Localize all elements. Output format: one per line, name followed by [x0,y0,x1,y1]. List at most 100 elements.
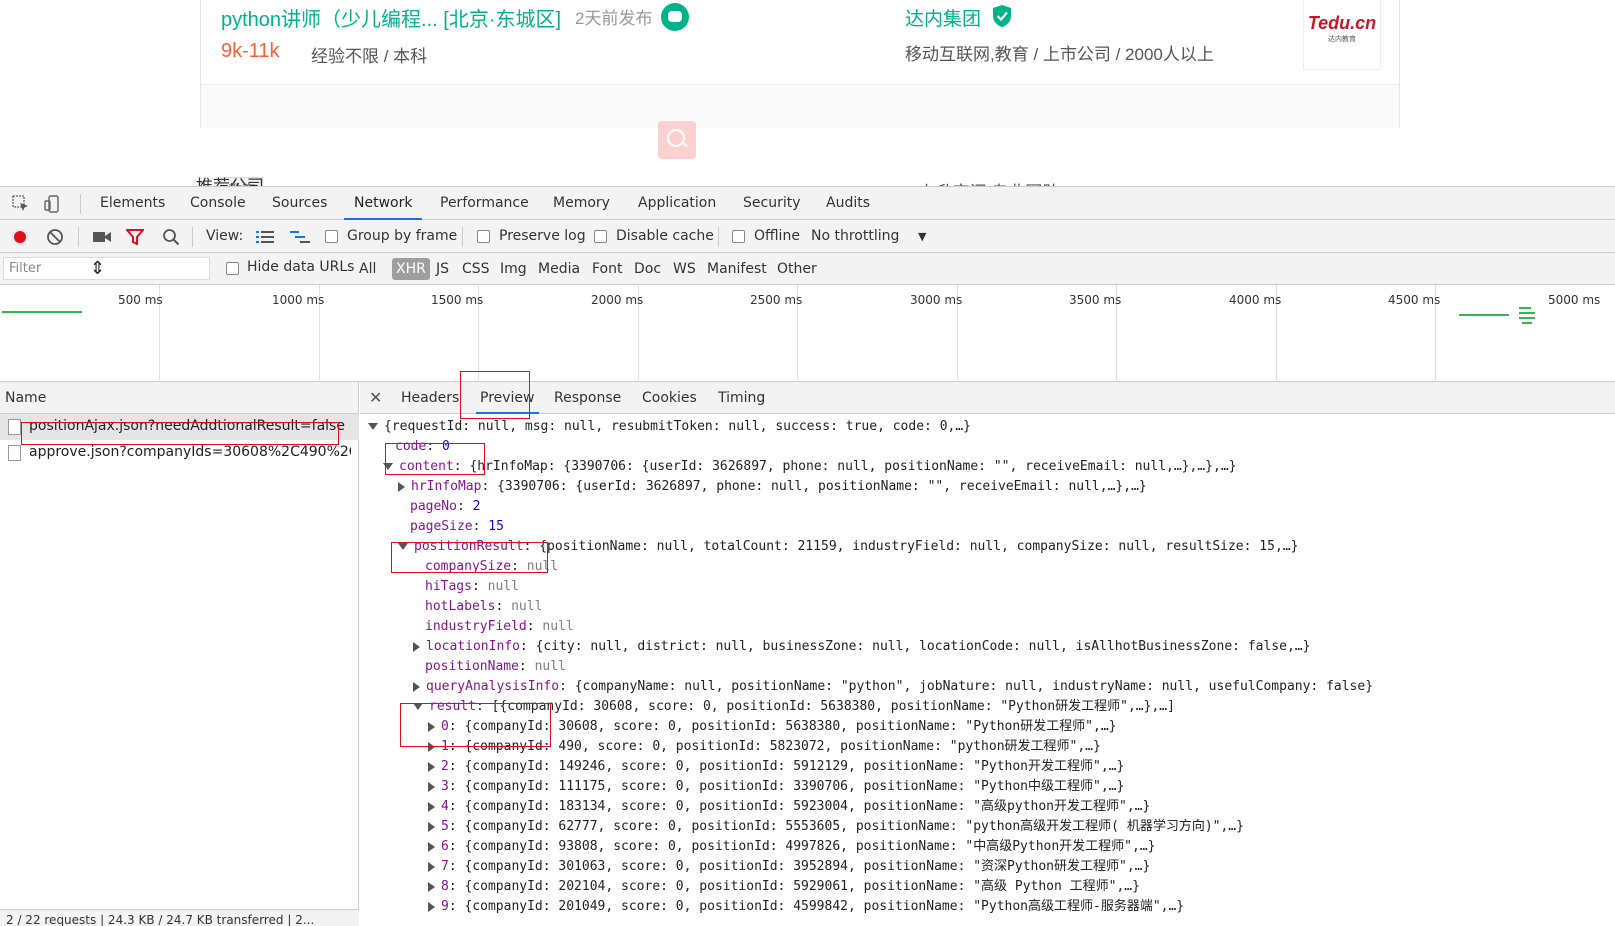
tab-security[interactable]: Security [743,187,801,220]
collapse-arrow-icon[interactable] [428,901,435,912]
group-by-frame-label: Group by frame [347,228,458,244]
tab-memory[interactable]: Memory [553,187,610,220]
group-by-frame-checkbox[interactable] [325,230,338,243]
json-result-item-line[interactable]: 2: {companyId: 149246, score: 0, positio… [428,757,1124,777]
collapse-arrow-icon[interactable] [428,721,435,732]
json-result-item-line[interactable]: 4: {companyId: 183134, score: 0, positio… [428,797,1150,817]
job-title-link[interactable]: python讲师（少儿编程... [北京·东城区] [221,3,561,32]
timeline-overview[interactable]: 500 ms 1000 ms 1500 ms 2000 ms 2500 ms 3… [0,285,1615,382]
search-float-button[interactable] [658,121,696,159]
company-name-link[interactable]: 达内集团 [905,4,981,31]
collapse-arrow-icon[interactable] [428,841,435,852]
detail-tab-headers[interactable]: Headers [401,382,459,414]
preserve-log-label: Preserve log [499,228,586,244]
large-rows-icon[interactable] [256,230,274,244]
json-result-item-line[interactable]: 8: {companyId: 202104, score: 0, positio… [428,877,1140,897]
job-publish-time: 2天前发布 [575,9,653,28]
search-icon[interactable] [162,228,180,246]
collapse-arrow-icon[interactable] [413,641,420,652]
collapse-arrow-icon[interactable] [428,881,435,892]
collapse-arrow-icon[interactable] [428,781,435,792]
collapse-arrow-icon[interactable] [428,761,435,772]
json-result-line[interactable]: result: [{companyId: 30608, score: 0, po… [413,697,1175,717]
tab-application[interactable]: Application [638,187,716,220]
disable-cache-checkbox[interactable] [594,230,607,243]
json-result-item-line[interactable]: 7: {companyId: 301063, score: 0, positio… [428,857,1150,877]
collapse-arrow-icon[interactable] [428,801,435,812]
throttling-dropdown-icon[interactable]: ▼ [918,220,926,253]
json-preview-tree: {requestId: null, msg: null, resubmitTok… [360,414,1615,926]
json-result-item-line[interactable]: 3: {companyId: 111175, score: 0, positio… [428,777,1124,797]
json-result-item-line[interactable]: 6: {companyId: 93808, score: 0, position… [428,837,1155,857]
expand-arrow-icon[interactable] [413,703,423,710]
verified-shield-icon [993,5,1011,27]
name-column-header[interactable]: Name [0,382,358,414]
company-logo[interactable]: Tedu.cn 达内教育 [1303,0,1381,70]
device-toolbar-icon[interactable] [44,195,62,213]
json-queryanalysisinfo-line[interactable]: queryAnalysisInfo: {companyName: null, p… [413,677,1373,697]
collapse-arrow-icon[interactable] [398,481,405,492]
request-name: positionAjax.json?needAddtionalResult=fa… [29,418,345,434]
tab-sources[interactable]: Sources [272,187,327,220]
file-icon [8,419,21,435]
tab-console[interactable]: Console [190,187,246,220]
expand-arrow-icon[interactable] [368,423,378,430]
json-root-line[interactable]: {requestId: null, msg: null, resubmitTok… [368,417,971,437]
filter-input[interactable]: Filter [3,257,210,280]
offline-checkbox[interactable] [732,230,745,243]
collapse-arrow-icon[interactable] [428,861,435,872]
collapse-arrow-icon[interactable] [428,741,435,752]
close-icon[interactable]: ✕ [369,388,382,407]
filter-funnel-icon[interactable] [126,229,144,245]
clear-icon[interactable] [46,228,64,246]
json-content-line[interactable]: content: {hrInfoMap: {3390706: {userId: … [383,457,1236,477]
job-card[interactable]: python讲师（少儿编程... [北京·东城区] 2天前发布 9k-11k 经… [200,0,1400,203]
chat-icon[interactable] [661,3,689,31]
filter-type-img[interactable]: Img [496,258,531,280]
detail-tab-cookies[interactable]: Cookies [642,382,697,414]
tab-audits[interactable]: Audits [826,187,870,220]
tab-performance[interactable]: Performance [440,187,529,220]
json-result-item-line[interactable]: 9: {companyId: 201049, score: 0, positio… [428,897,1184,917]
filter-type-ws[interactable]: WS [669,258,700,280]
json-locationinfo-line[interactable]: locationInfo: {city: null, district: nul… [413,637,1310,657]
detail-tab-response[interactable]: Response [554,382,621,414]
json-positionname-line: positionName: null [425,659,566,674]
filter-type-xhr[interactable]: XHR [392,258,430,280]
waterfall-overview-icon[interactable] [290,230,310,244]
screenshot-camera-icon[interactable] [92,229,112,245]
inspect-element-icon[interactable] [12,195,30,213]
expand-arrow-icon[interactable] [383,463,393,470]
request-row[interactable]: positionAjax.json?needAddtionalResult=fa… [0,414,359,440]
view-label: View: [206,228,244,244]
hide-data-urls-checkbox[interactable] [226,262,239,275]
json-positionresult-line[interactable]: positionResult: {positionName: null, tot… [398,537,1298,557]
filter-type-js[interactable]: JS [432,258,453,280]
expand-arrow-icon[interactable] [398,543,408,550]
tab-network[interactable]: Network [344,187,423,220]
request-row[interactable]: approve.json?companyIds=30608%2C490%2C..… [0,440,359,466]
filter-type-doc[interactable]: Doc [630,258,665,280]
detail-tab-timing[interactable]: Timing [718,382,765,414]
json-result-item-line[interactable]: 5: {companyId: 62777, score: 0, position… [428,817,1244,837]
tab-elements[interactable]: Elements [100,187,165,220]
job-requirements: 经验不限 / 本科 [311,47,428,66]
filter-type-media[interactable]: Media [534,258,584,280]
filter-type-other[interactable]: Other [773,258,821,280]
waterfall-bar [1459,314,1509,316]
throttling-select[interactable]: No throttling [811,220,899,253]
filter-type-css[interactable]: CSS [458,258,494,280]
record-icon[interactable] [11,228,29,246]
detail-tab-preview[interactable]: Preview [476,382,539,414]
collapse-arrow-icon[interactable] [413,681,420,692]
filter-type-font[interactable]: Font [588,258,626,280]
preserve-log-checkbox[interactable] [477,230,490,243]
filter-type-all[interactable]: All [355,258,380,280]
collapse-arrow-icon[interactable] [428,821,435,832]
filter-type-manifest[interactable]: Manifest [703,258,771,280]
json-result-item-line[interactable]: 1: {companyId: 490, score: 0, positionId… [428,737,1101,757]
recommended-companies-heading: 推荐公司 [196,172,264,186]
json-result-item-line[interactable]: 0: {companyId: 30608, score: 0, position… [428,717,1116,737]
logo-subtitle: 达内教育 [1328,36,1356,43]
json-hrinfomap-line[interactable]: hrInfoMap: {3390706: {userId: 3626897, p… [398,477,1147,497]
